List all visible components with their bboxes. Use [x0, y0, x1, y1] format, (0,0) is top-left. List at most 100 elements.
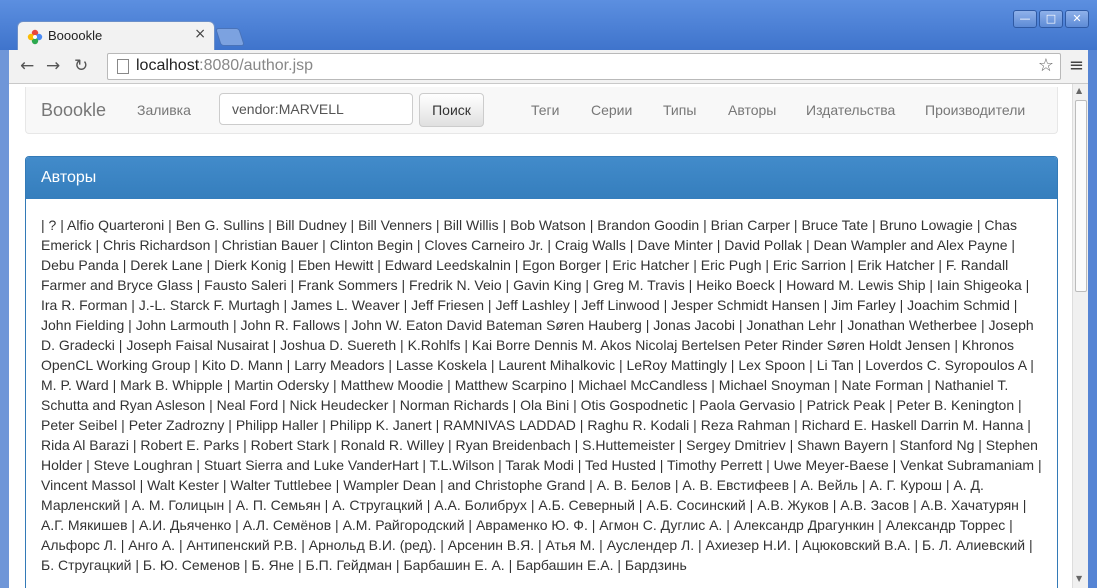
brand-link[interactable]: Boookle: [41, 100, 106, 121]
author-link[interactable]: Lasse Koskela: [396, 357, 487, 373]
author-link[interactable]: John Larmouth: [136, 317, 229, 333]
author-link[interactable]: Laurent Mihalkovic: [498, 357, 615, 373]
author-link[interactable]: LeRoy Mattingly: [627, 357, 727, 373]
author-link[interactable]: John R. Fallows: [241, 317, 341, 333]
author-link[interactable]: J.-L. Starck F. Murtagh: [139, 297, 280, 313]
author-link[interactable]: Cloves Carneiro Jr.: [424, 237, 543, 253]
author-link[interactable]: Clinton Begin: [330, 237, 413, 253]
author-link[interactable]: Li Tan: [817, 357, 854, 373]
author-link[interactable]: Ira R. Forman: [41, 297, 127, 313]
author-link[interactable]: А. Вейль: [800, 477, 858, 493]
author-link[interactable]: А.В. Хачатурян: [921, 497, 1019, 513]
author-link[interactable]: А. Г. Курош: [869, 477, 942, 493]
author-link[interactable]: Norman Richards: [400, 397, 509, 413]
scroll-thumb[interactable]: [1075, 100, 1087, 292]
author-link[interactable]: and Christophe Grand: [448, 477, 586, 493]
bookmark-star-icon[interactable]: ☆: [1038, 55, 1054, 76]
author-link[interactable]: Craig Walls: [555, 237, 626, 253]
author-link[interactable]: Eric Hatcher: [612, 257, 689, 273]
nav-publishers[interactable]: Издательства: [806, 102, 895, 118]
author-link[interactable]: Steve Loughran: [94, 457, 193, 473]
author-link[interactable]: Ахиезер Н.И.: [706, 537, 791, 553]
author-link[interactable]: Jim Farley: [831, 297, 896, 313]
vertical-scrollbar[interactable]: ▲ ▼: [1072, 84, 1089, 588]
scroll-down-arrow-icon[interactable]: ▼: [1076, 574, 1082, 583]
author-link[interactable]: Philipp K. Janert: [330, 417, 432, 433]
author-link[interactable]: Б. Л. Алиевский: [922, 537, 1025, 553]
author-link[interactable]: Larry Meadors: [294, 357, 384, 373]
author-link[interactable]: А. П. Семьян: [236, 497, 321, 513]
author-link[interactable]: Alfio Quarteroni: [67, 217, 164, 233]
author-link[interactable]: Jeff Linwood: [581, 297, 659, 313]
author-link[interactable]: Б.П. Гейдман: [306, 557, 392, 573]
author-link[interactable]: Walter Tuttlebee: [230, 477, 331, 493]
scroll-up-arrow-icon[interactable]: ▲: [1076, 86, 1082, 95]
author-link[interactable]: Paola Gervasio: [699, 397, 795, 413]
author-link[interactable]: Joshua D. Suereth: [280, 337, 396, 353]
author-link[interactable]: Shawn Bayern: [797, 437, 888, 453]
author-link[interactable]: Loverdos C. Syropoulos A: [865, 357, 1026, 373]
author-link[interactable]: Bill Willis: [443, 217, 498, 233]
author-link[interactable]: Jeff Lashley: [495, 297, 569, 313]
author-link[interactable]: А. В. Белов: [597, 477, 671, 493]
author-link[interactable]: Erik Hatcher: [857, 257, 934, 273]
author-link[interactable]: Frank Sommers: [298, 277, 398, 293]
author-link[interactable]: Dean Wampler and Alex Payne: [813, 237, 1007, 253]
author-link[interactable]: John Fielding: [41, 317, 124, 333]
nav-manufacturers[interactable]: Производители: [925, 102, 1025, 118]
author-link[interactable]: Атья М.: [546, 537, 596, 553]
author-link[interactable]: Gavin King: [513, 277, 581, 293]
author-link[interactable]: Б. Стругацкий: [41, 557, 132, 573]
author-link[interactable]: Greg M. Travis: [593, 277, 685, 293]
author-link[interactable]: Reza Rahman: [701, 417, 791, 433]
author-link[interactable]: Ben G. Sullins: [176, 217, 265, 233]
author-link[interactable]: А. М. Голицын: [132, 497, 224, 513]
author-link[interactable]: Walt Kester: [147, 477, 219, 493]
author-link[interactable]: А.Г. Мякишев: [41, 517, 128, 533]
author-link[interactable]: Ola Bini: [520, 397, 569, 413]
author-link[interactable]: Александр Торрес: [886, 517, 1006, 533]
author-link[interactable]: Edward Leedskalnin: [385, 257, 511, 273]
author-link[interactable]: А. Стругацкий: [332, 497, 423, 513]
author-link[interactable]: Антипенский Р.В.: [186, 537, 297, 553]
author-link[interactable]: Uwe Meyer-Baese: [774, 457, 889, 473]
author-link[interactable]: Howard M. Lewis Ship: [786, 277, 925, 293]
author-link[interactable]: Philipp Haller: [236, 417, 318, 433]
author-link[interactable]: Nate Forman: [842, 377, 924, 393]
nav-series[interactable]: Серии: [591, 102, 632, 118]
author-link[interactable]: Арнольд В.И. (ред).: [309, 537, 437, 553]
author-link[interactable]: Бардзинь: [625, 557, 687, 573]
author-link[interactable]: Jonathan Wetherbee: [847, 317, 977, 333]
author-link[interactable]: Kai Borre Dennis M. Akos Nicolaj Bertels…: [472, 337, 951, 353]
author-link[interactable]: Eric Sarrion: [773, 257, 846, 273]
author-link[interactable]: Stuart Sierra and Luke VanderHart: [204, 457, 419, 473]
author-link[interactable]: Timothy Perrett: [667, 457, 762, 473]
author-link[interactable]: Heiko Boeck: [696, 277, 775, 293]
author-link[interactable]: А.М. Райгородский: [343, 517, 465, 533]
forward-arrow-icon[interactable]: →: [46, 56, 60, 76]
author-link[interactable]: А.В. Засов: [840, 497, 909, 513]
author-link[interactable]: Jonas Jacobi: [653, 317, 735, 333]
author-link[interactable]: Bill Venners: [358, 217, 432, 233]
author-link[interactable]: Б. Ю. Семенов: [143, 557, 240, 573]
author-link[interactable]: Joseph Faisal Nusairat: [126, 337, 268, 353]
author-link[interactable]: Ацюковский В.А.: [802, 537, 910, 553]
author-link[interactable]: Otis Gospodnetic: [581, 397, 688, 413]
author-link[interactable]: Арсенин В.Я.: [448, 537, 534, 553]
author-link[interactable]: А.А. Болибрух: [434, 497, 527, 513]
author-link[interactable]: Christian Bauer: [222, 237, 319, 253]
author-link[interactable]: Vincent Massol: [41, 477, 136, 493]
author-link[interactable]: Mark B. Whipple: [120, 377, 223, 393]
author-link[interactable]: Анго А.: [128, 537, 175, 553]
author-link[interactable]: Brian Carper: [711, 217, 790, 233]
author-link[interactable]: Ryan Breidenbach: [456, 437, 571, 453]
author-link[interactable]: А.В. Жуков: [757, 497, 829, 513]
close-window-button[interactable]: ✕: [1065, 10, 1089, 28]
author-link[interactable]: Ronald R. Willey: [341, 437, 444, 453]
tab-close-icon[interactable]: ×: [194, 26, 206, 42]
author-link[interactable]: Барбашин Е. А.: [403, 557, 504, 573]
author-link[interactable]: Eben Hewitt: [298, 257, 373, 273]
author-link[interactable]: Tarak Modi: [505, 457, 573, 473]
author-link[interactable]: Matthew Moodie: [341, 377, 444, 393]
author-link[interactable]: Brandon Goodin: [597, 217, 699, 233]
